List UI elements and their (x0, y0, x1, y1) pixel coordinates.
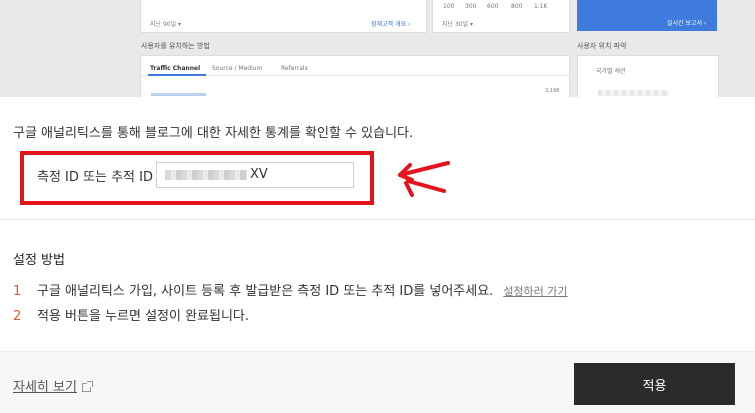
tracking-id-label: 측정 ID 또는 추적 ID (37, 170, 153, 185)
preview-tab: Source / Medium (212, 65, 263, 72)
preview-tab: Referrals (281, 65, 308, 72)
preview-section-location: 사용자 위치 파악 (577, 42, 627, 50)
preview-tick: 600 (487, 3, 499, 10)
preview-tick: 300 (465, 3, 477, 10)
setup-guide-title: 설정 방법 (13, 253, 65, 268)
learn-more-label: 자세히 보기 (13, 380, 77, 395)
setup-step-1: 1 구글 애널리틱스 가입, 사이트 등록 후 발급받은 측정 ID 또는 추적 … (13, 280, 568, 299)
preview-panel-chart: 100 300 600 800 1.1K 지난 30일 ▾ (432, 0, 570, 33)
preview-link-1: 잠재고객 개요 › (371, 21, 411, 28)
preview-map-label: 국가별 세션 (596, 68, 626, 75)
go-to-settings-link[interactable]: 설정하러 가기 (503, 285, 567, 298)
preview-tick: 100 (443, 3, 455, 10)
preview-panel-map: 국가별 세션 (577, 55, 719, 97)
preview-panel-acquisition: Traffic Channel Source / Medium Referral… (140, 55, 570, 97)
tracking-id-value-suffix: XV (250, 167, 268, 182)
step-number: 1 (13, 284, 22, 299)
intro-text: 구글 애널리틱스를 통해 블로그에 대한 자세한 통계를 확인할 수 있습니다. (13, 126, 414, 141)
step-text: 적용 버튼을 누르면 설정이 완료됩니다. (37, 309, 250, 324)
preview-tick: 1.1K (534, 3, 548, 10)
learn-more-link[interactable]: 자세히 보기 (13, 376, 93, 395)
external-link-icon (81, 381, 93, 392)
tracking-id-input[interactable]: XV (156, 162, 354, 188)
preview-period-1: 지난 90일 ▾ (150, 21, 182, 28)
annotation-arrows-icon (398, 161, 450, 197)
step-text: 구글 애널리틱스 가입, 사이트 등록 후 발급받은 측정 ID 또는 추적 I… (37, 284, 494, 299)
preview-link-3: 실시간 보고서 › (667, 20, 707, 27)
divider (0, 219, 755, 220)
preview-tick: 800 (511, 3, 523, 10)
preview-period-2: 지난 30일 ▾ (442, 21, 474, 28)
setup-step-2: 2 적용 버튼을 누르면 설정이 완료됩니다. (13, 305, 249, 324)
apply-button[interactable]: 적용 (574, 363, 735, 405)
preview-panel-audience: 지난 90일 ▾ 잠재고객 개요 › (140, 0, 427, 33)
step-number: 2 (13, 309, 22, 324)
preview-axis-value: 3,198 (545, 88, 560, 94)
preview-tab: Traffic Channel (150, 65, 201, 72)
redacted-id (165, 169, 247, 180)
preview-realtime-card: 실시간 보고서 › (577, 0, 717, 31)
analytics-preview-image: 지난 90일 ▾ 잠재고객 개요 › 100 300 600 800 1.1K … (0, 0, 755, 97)
preview-section-acquisition: 사용자를 유치하는 방법 (141, 42, 210, 50)
